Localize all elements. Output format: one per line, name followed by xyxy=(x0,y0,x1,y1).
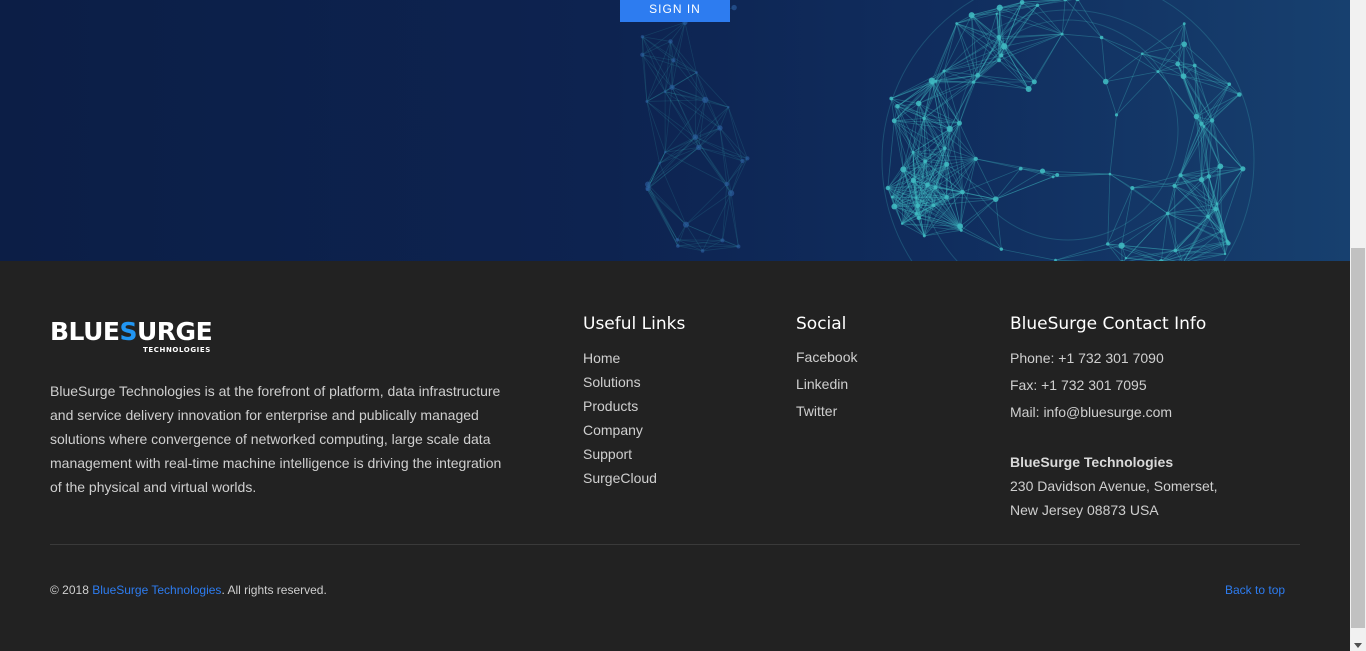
logo-subtitle: TECHNOLOGIES xyxy=(143,346,211,354)
footer-link-home[interactable]: Home xyxy=(583,346,657,370)
social-link-twitter[interactable]: Twitter xyxy=(796,398,857,425)
copyright-brand-link[interactable]: BlueSurge Technologies xyxy=(92,583,221,597)
hero-banner: SIGN IN xyxy=(0,0,1350,261)
useful-links-title: Useful Links xyxy=(583,314,686,334)
network-lines xyxy=(641,0,1244,261)
bluesurge-logo[interactable]: BLUESURGE TECHNOLOGIES xyxy=(50,317,230,359)
footer-link-support[interactable]: Support xyxy=(583,442,657,466)
network-globe-graphic xyxy=(640,0,1255,261)
footer-link-surgecloud[interactable]: SurgeCloud xyxy=(583,466,657,490)
network-nodes xyxy=(640,0,1246,261)
scrollbar[interactable] xyxy=(1350,0,1366,651)
contact-info: Phone: +1 732 301 7090 Fax: +1 732 301 7… xyxy=(1010,345,1218,522)
contact-address-line1: 230 Davidson Avenue, Somerset, xyxy=(1010,478,1218,494)
about-text: BlueSurge Technologies is at the forefro… xyxy=(50,383,502,495)
contact-title: BlueSurge Contact Info xyxy=(1010,314,1207,334)
contact-company: BlueSurge Technologies xyxy=(1010,454,1174,470)
contact-fax: Fax: +1 732 301 7095 xyxy=(1010,377,1147,393)
footer-link-products[interactable]: Products xyxy=(583,394,657,418)
contact-address-line2: New Jersey 08873 USA xyxy=(1010,502,1159,518)
footer-divider xyxy=(50,544,1300,545)
contact-mail[interactable]: Mail: info@bluesurge.com xyxy=(1010,399,1218,426)
sign-in-button[interactable]: SIGN IN xyxy=(620,0,730,22)
useful-links-list: Home Solutions Products Company Support … xyxy=(583,346,657,490)
contact-phone: Phone: +1 732 301 7090 xyxy=(1010,350,1164,366)
social-link-facebook[interactable]: Facebook xyxy=(796,344,857,371)
scroll-down-arrow-icon[interactable] xyxy=(1354,643,1362,648)
back-to-top-link[interactable]: Back to top xyxy=(1225,583,1285,597)
footer-link-solutions[interactable]: Solutions xyxy=(583,370,657,394)
footer-link-company[interactable]: Company xyxy=(583,418,657,442)
copyright-text: © 2018 BlueSurge Technologies. All right… xyxy=(50,583,327,597)
social-links-list: Facebook Linkedin Twitter xyxy=(796,344,857,425)
social-link-linkedin[interactable]: Linkedin xyxy=(796,371,857,398)
social-title: Social xyxy=(796,314,847,334)
scrollbar-thumb[interactable] xyxy=(1351,248,1365,628)
logo-wordmark: BLUESURGE xyxy=(50,317,213,346)
footer: BLUESURGE TECHNOLOGIES BlueSurge Technol… xyxy=(0,261,1350,651)
